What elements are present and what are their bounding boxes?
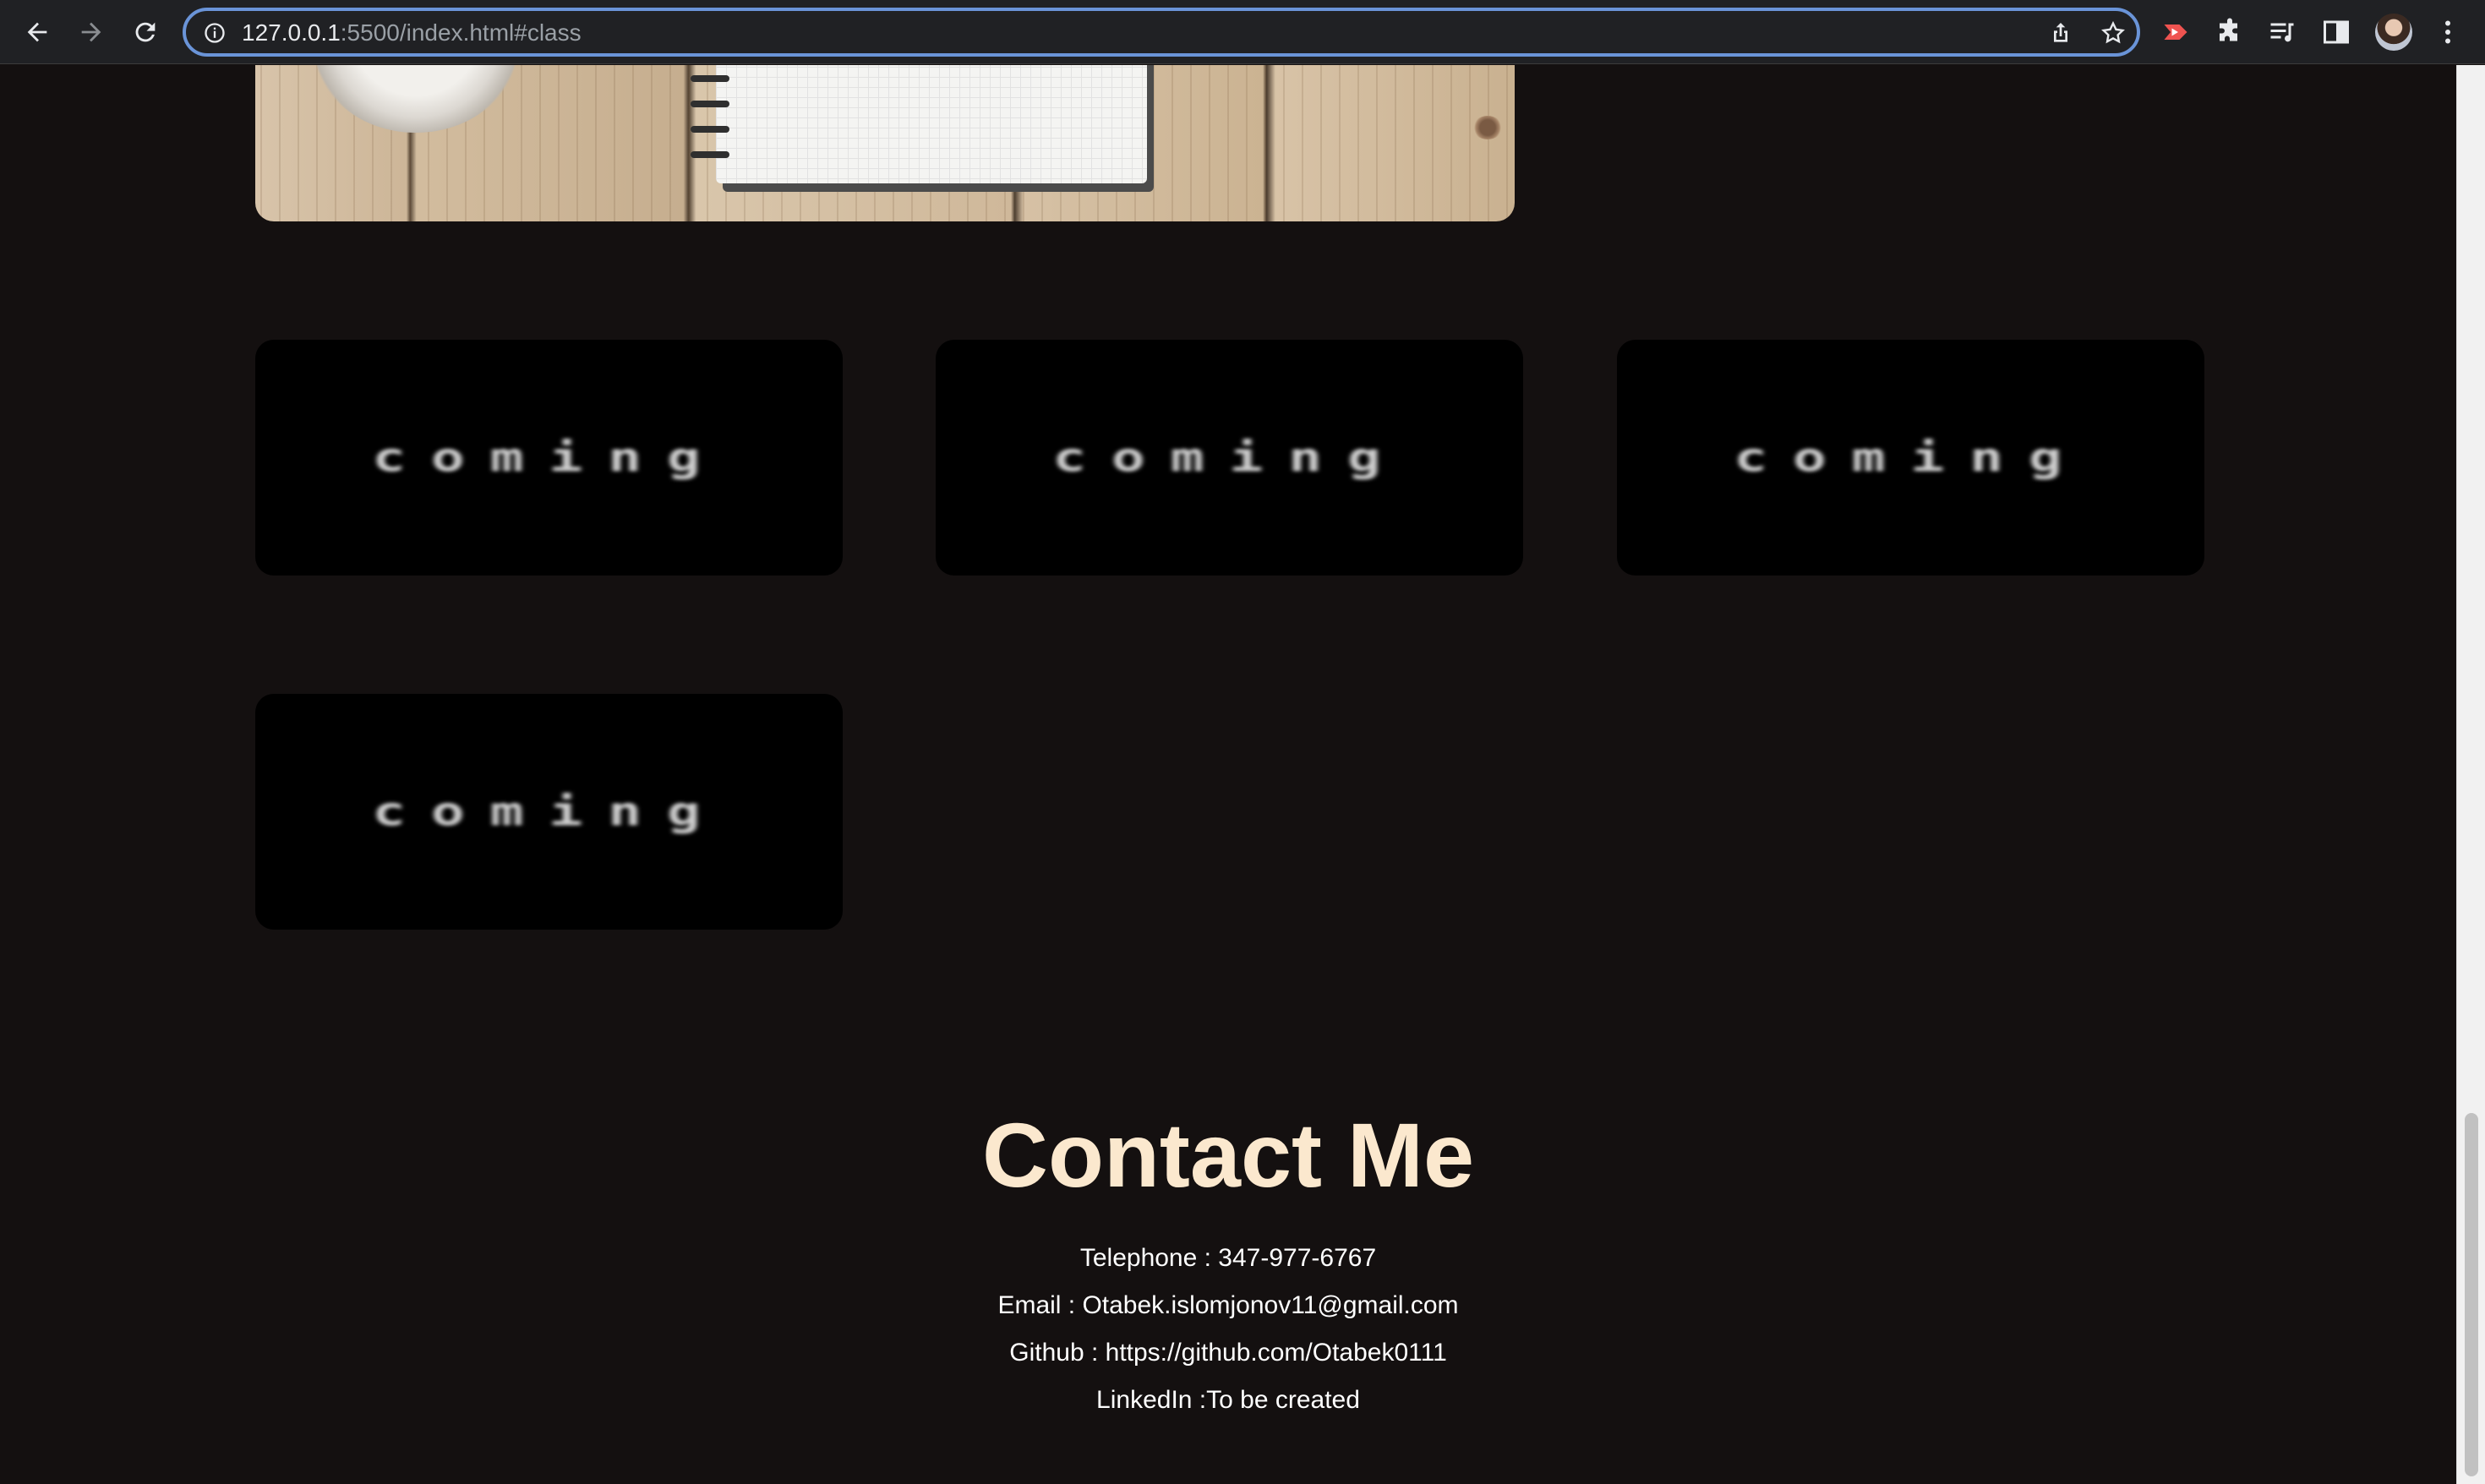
project-card[interactable]: coming [255, 694, 843, 930]
coming-soon-label: coming [1052, 434, 1406, 482]
contact-github[interactable]: Github : https://github.com/Otabek0111 [0, 1336, 2456, 1370]
kebab-menu-icon[interactable] [2433, 17, 2463, 47]
desk-notebook-image [255, 65, 1515, 221]
site-info-icon[interactable] [203, 21, 227, 45]
notebook-graphic [716, 65, 1147, 183]
reading-list-icon[interactable] [2267, 17, 2297, 47]
project-card[interactable]: coming [1617, 340, 2204, 576]
share-icon[interactable] [2047, 19, 2074, 46]
reload-icon[interactable] [128, 15, 162, 49]
browser-toolbar: 127.0.0.1:5500/index.html#class [0, 0, 2485, 64]
coming-soon-label: coming [372, 788, 726, 836]
forward-arrow-icon[interactable] [74, 15, 108, 49]
wood-knot-graphic [1472, 116, 1503, 139]
notebook-spiral [691, 151, 729, 158]
profile-avatar-icon[interactable] [2375, 14, 2412, 51]
url-text[interactable]: 127.0.0.1:5500/index.html#class [242, 21, 582, 45]
back-arrow-icon[interactable] [20, 15, 54, 49]
project-card[interactable]: coming [255, 340, 843, 576]
page-scrollbar[interactable] [2456, 65, 2485, 1484]
page-content: coming coming coming coming Contact Me T… [0, 65, 2456, 1484]
bookmark-star-icon[interactable] [2100, 19, 2127, 46]
side-panel-icon[interactable] [2321, 17, 2351, 47]
notebook-spiral [691, 75, 729, 82]
coming-soon-label: coming [372, 434, 726, 482]
coffee-cup-graphic [314, 65, 517, 133]
extensions-puzzle-icon[interactable] [2215, 17, 2245, 47]
scrollbar-thumb[interactable] [2465, 1113, 2478, 1476]
coming-soon-label: coming [1734, 434, 2088, 482]
contact-title: Contact Me [981, 1104, 1475, 1206]
project-card[interactable]: coming [936, 340, 1523, 576]
screencast-extension-icon[interactable] [2160, 17, 2191, 47]
notebook-spiral [691, 101, 729, 107]
contact-email[interactable]: Email : Otabek.islomjonov11@gmail.com [0, 1289, 2456, 1323]
contact-linkedin: LinkedIn :To be created [1096, 1386, 1360, 1414]
contact-telephone: Telephone : 347-977-6767 [1079, 1244, 1377, 1272]
notebook-spiral [691, 126, 729, 133]
address-bar[interactable]: 127.0.0.1:5500/index.html#class [183, 8, 2140, 57]
